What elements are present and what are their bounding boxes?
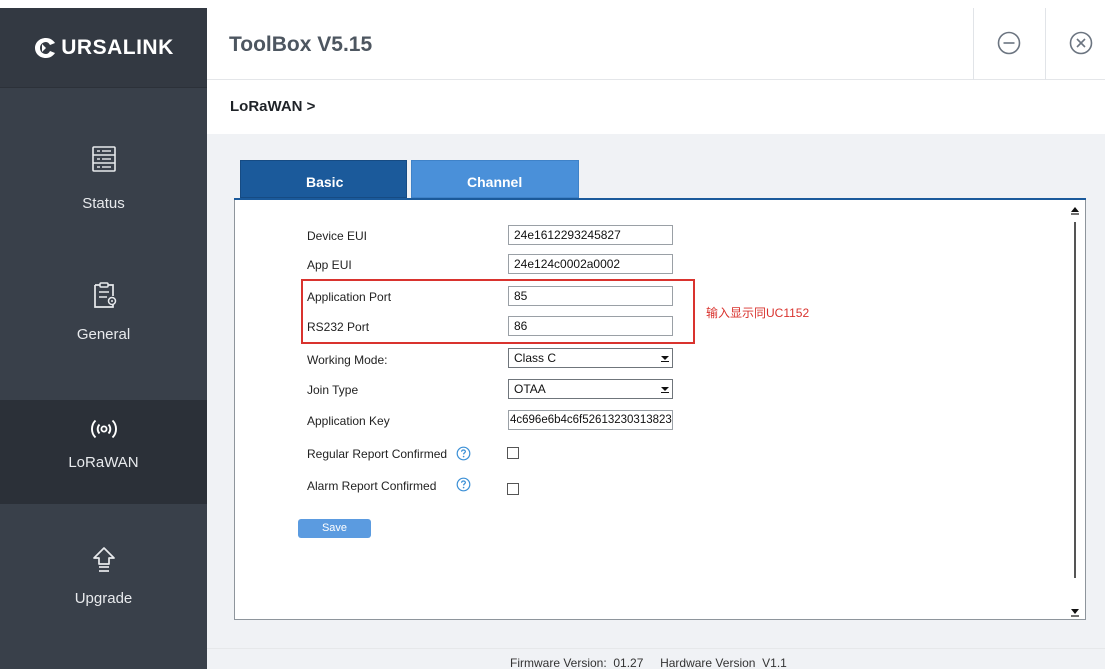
sidebar-item-lorawan[interactable]: LoRaWAN: [0, 400, 207, 504]
help-icon[interactable]: [456, 477, 471, 492]
app-title: ToolBox V5.15: [229, 33, 373, 56]
sidebar-item-label: Status: [82, 195, 125, 212]
minimize-button[interactable]: [996, 30, 1022, 56]
working-mode-value: Class C: [514, 351, 557, 365]
annotation-note: 输入显示同UC1152: [706, 306, 810, 320]
tab-label: Basic: [306, 174, 344, 190]
panel-accent-line: [234, 198, 1086, 200]
sidebar-item-label: LoRaWAN: [68, 454, 139, 471]
scroll-down-icon[interactable]: [1067, 603, 1083, 619]
firmware-version-label: Firmware Version:: [510, 656, 607, 670]
breadcrumb: LoRaWAN >: [230, 98, 316, 115]
device-eui-field[interactable]: 24e1612293245827: [508, 225, 673, 245]
scrollbar-thumb[interactable]: [1074, 222, 1076, 578]
logo-text: URSALINK: [61, 35, 174, 59]
ursalink-logo-icon: [35, 37, 56, 58]
header-divider: [1045, 8, 1046, 80]
tab-basic[interactable]: Basic: [240, 160, 407, 198]
application-key-label: Application Key: [307, 414, 390, 428]
sidebar-item-general[interactable]: General: [0, 256, 207, 360]
close-button[interactable]: [1068, 30, 1094, 56]
dropdown-arrow-icon: [661, 387, 669, 393]
upgrade-arrow-icon: [93, 547, 115, 572]
join-type-select[interactable]: OTAA: [508, 379, 673, 399]
breadcrumb-bar: LoRaWAN >: [207, 81, 1105, 134]
sidebar-item-label: Upgrade: [74, 590, 133, 607]
join-type-value: OTAA: [514, 382, 546, 396]
help-icon[interactable]: [456, 446, 471, 461]
radio-waves-icon: [91, 419, 117, 439]
app-header: ToolBox V5.15: [207, 8, 1105, 80]
scroll-up-icon[interactable]: [1067, 202, 1083, 218]
hardware-version-label: Hardware Version: [660, 656, 756, 670]
save-button[interactable]: Save: [298, 519, 371, 538]
working-mode-select[interactable]: Class C: [508, 348, 673, 368]
regular-report-confirmed-checkbox[interactable]: [507, 447, 519, 459]
document-gear-icon: [94, 282, 117, 308]
app-eui-field[interactable]: 24e124c0002a0002: [508, 254, 673, 274]
header-divider: [973, 8, 974, 80]
application-key-field[interactable]: 4c696e6b4c6f52613230313823: [508, 410, 673, 430]
tab-channel[interactable]: Channel: [411, 160, 579, 198]
vertical-scrollbar[interactable]: [1065, 200, 1085, 619]
footer-divider: [207, 648, 1105, 649]
status-list-icon: [92, 146, 116, 172]
brand-logo: URSALINK: [0, 8, 207, 88]
hardware-version-value: V1.1: [762, 656, 787, 670]
alarm-report-confirmed-label: Alarm Report Confirmed: [307, 479, 437, 493]
regular-report-confirmed-label: Regular Report Confirmed: [307, 447, 448, 461]
alarm-report-confirmed-checkbox[interactable]: [507, 483, 519, 495]
working-mode-label: Working Mode:: [307, 353, 388, 367]
sidebar-item-upgrade[interactable]: Upgrade: [0, 521, 207, 625]
join-type-label: Join Type: [307, 383, 359, 397]
device-eui-label: Device EUI: [307, 229, 368, 243]
firmware-version-value: 01.27: [613, 656, 644, 670]
highlight-box: [301, 279, 695, 344]
toolbox-window: URSALINK Status General LoRaWAN Upgrade …: [0, 0, 1105, 670]
tab-label: Channel: [467, 174, 523, 190]
app-eui-label: App EUI: [307, 258, 352, 272]
sidebar-item-status[interactable]: Status: [0, 120, 207, 224]
sidebar-item-label: General: [76, 326, 131, 343]
sidebar: URSALINK Status General LoRaWAN Upgrade: [0, 8, 207, 669]
dropdown-arrow-icon: [661, 356, 669, 362]
version-footer: Firmware Version: 01.27 Hardware Version…: [510, 656, 787, 670]
